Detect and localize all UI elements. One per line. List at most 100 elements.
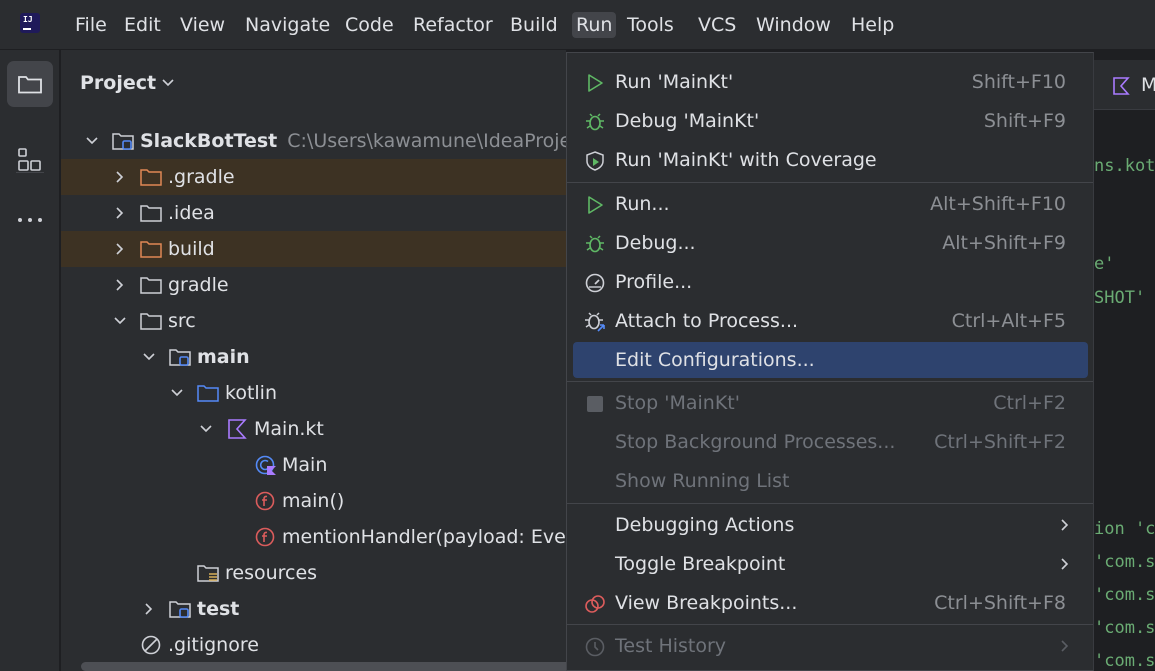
code-line: 'com.s [1094, 651, 1155, 671]
chevron-right-icon [1061, 640, 1069, 652]
tree-label: .gradle [168, 166, 235, 188]
menu-item-debugging-actions[interactable]: Debugging Actions [567, 507, 1093, 543]
tree-row[interactable]: .gitignore [61, 627, 566, 663]
coverage-icon [586, 151, 604, 171]
chevron-right-icon[interactable] [141, 601, 157, 617]
menu-separator [567, 182, 1093, 183]
project-panel: Project SlackBotTest C:\Users\kawamune\Id… [61, 50, 566, 671]
menu-item-view-breakpoints[interactable]: View Breakpoints... Ctrl+Shift+F8 [567, 585, 1093, 621]
tree-row[interactable]: Main [61, 447, 566, 483]
tree-row[interactable]: mentionHandler(payload: EventsApiPayload… [61, 519, 566, 555]
tree-label: gradle [168, 274, 229, 296]
main-menubar: IJ File Edit View Navigate Code Refactor… [0, 0, 1155, 50]
menu-item-profile[interactable]: Profile... [567, 264, 1093, 300]
resources-folder-icon [197, 565, 219, 582]
menu-item-run-dialog[interactable]: Run... Alt+Shift+F10 [567, 186, 1093, 222]
structure-icon [18, 148, 41, 171]
menu-view[interactable]: View [180, 12, 225, 38]
tree-label: build [168, 238, 215, 260]
tree-row[interactable]: Main.kt [61, 411, 566, 447]
tree-label: .gitignore [168, 634, 259, 656]
menu-navigate[interactable]: Navigate [245, 12, 330, 38]
tree-label: src [168, 310, 196, 332]
run-icon [588, 74, 603, 92]
menu-build[interactable]: Build [510, 12, 558, 38]
code-line: ns.kot [1094, 156, 1155, 176]
tree-row[interactable]: kotlin [61, 375, 566, 411]
chevron-right-icon[interactable] [112, 205, 128, 221]
tree-row[interactable]: src [61, 303, 566, 339]
chevron-down-icon[interactable] [169, 385, 185, 401]
menu-item-show-running-list[interactable]: Show Running List [567, 463, 1093, 499]
chevron-down-icon[interactable] [161, 78, 175, 88]
kotlin-class-icon [255, 455, 276, 475]
tree-row[interactable]: resources [61, 555, 566, 591]
tree-label: Main.kt [254, 418, 324, 440]
editor-tab-main[interactable]: M [1094, 60, 1155, 110]
tree-label: Main [282, 454, 328, 476]
menu-code[interactable]: Code [345, 12, 394, 38]
tree-row[interactable]: SlackBotTest C:\Users\kawamune\IdeaProjec… [61, 123, 566, 159]
menu-tools[interactable]: Tools [627, 12, 674, 38]
tree-label: kotlin [225, 382, 277, 404]
breakpoints-icon [585, 595, 605, 613]
module-folder-icon [169, 349, 191, 366]
chevron-down-icon[interactable] [141, 349, 157, 365]
menu-run[interactable]: Run [572, 12, 617, 38]
menu-separator [567, 381, 1093, 382]
tree-row[interactable]: .idea [61, 195, 566, 231]
editor-tab-label: M [1141, 74, 1155, 96]
chevron-right-icon[interactable] [112, 241, 128, 257]
menu-file[interactable]: File [75, 12, 107, 38]
chevron-down-icon[interactable] [84, 133, 100, 149]
project-panel-title[interactable]: Project [80, 72, 156, 94]
tree-row[interactable]: .gradle [61, 159, 566, 195]
source-folder-icon [197, 385, 219, 402]
menu-item-debug-dialog[interactable]: Debug... Alt+Shift+F9 [567, 225, 1093, 261]
more-tools-button[interactable] [7, 197, 53, 243]
tree-row[interactable]: main [61, 339, 566, 375]
folder-icon [140, 313, 162, 330]
ignored-file-icon [141, 635, 161, 655]
folder-icon [140, 277, 162, 294]
menu-item-stop-mainkt[interactable]: Stop 'MainKt' Ctrl+F2 [567, 385, 1093, 421]
tree-row[interactable]: main() [61, 483, 566, 519]
intellij-logo-icon[interactable]: IJ [18, 11, 42, 35]
tree-row[interactable]: test [61, 591, 566, 627]
menu-item-attach-to-process[interactable]: Attach to Process... Ctrl+Alt+F5 [567, 303, 1093, 339]
profile-icon [585, 273, 605, 293]
menu-item-edit-configurations[interactable]: Edit Configurations... [573, 342, 1088, 378]
menu-item-toggle-breakpoint[interactable]: Toggle Breakpoint [567, 546, 1093, 582]
structure-tool-button[interactable] [7, 137, 53, 183]
function-icon [255, 527, 275, 547]
horizontal-scrollbar[interactable] [81, 662, 566, 671]
menu-item-stop-background-processes[interactable]: Stop Background Processes... Ctrl+Shift+… [567, 424, 1093, 460]
module-folder-icon [169, 601, 191, 618]
menu-item-run-with-coverage[interactable]: Run 'MainKt' with Coverage [567, 142, 1093, 178]
code-line: ion 'c [1094, 519, 1155, 539]
tree-row[interactable]: build [61, 231, 566, 267]
chevron-right-icon[interactable] [112, 277, 128, 293]
menu-item-test-history[interactable]: Test History [567, 628, 1093, 664]
menu-window[interactable]: Window [756, 12, 831, 38]
chevron-down-icon[interactable] [198, 421, 214, 437]
chevron-right-icon[interactable] [112, 169, 128, 185]
menu-item-run-mainkt[interactable]: Run 'MainKt' Shift+F10 [567, 64, 1093, 100]
stop-icon [587, 396, 603, 412]
tree-label: SlackBotTest [140, 130, 278, 152]
menu-refactor[interactable]: Refactor [413, 12, 493, 38]
menu-edit[interactable]: Edit [124, 12, 161, 38]
chevron-down-icon[interactable] [112, 313, 128, 329]
folder-icon [140, 205, 162, 222]
kotlin-file-icon [228, 419, 247, 439]
menu-vcs[interactable]: VCS [698, 12, 736, 38]
tree-row[interactable]: gradle [61, 267, 566, 303]
menu-separator [567, 503, 1093, 504]
menu-help[interactable]: Help [851, 12, 894, 38]
menu-item-debug-mainkt[interactable]: Debug 'MainKt' Shift+F9 [567, 103, 1093, 139]
project-tool-button[interactable] [7, 61, 53, 107]
tree-label: main() [282, 490, 345, 512]
tree-label: test [197, 598, 240, 620]
folder-icon [18, 76, 42, 94]
tree-label: .idea [168, 202, 215, 224]
